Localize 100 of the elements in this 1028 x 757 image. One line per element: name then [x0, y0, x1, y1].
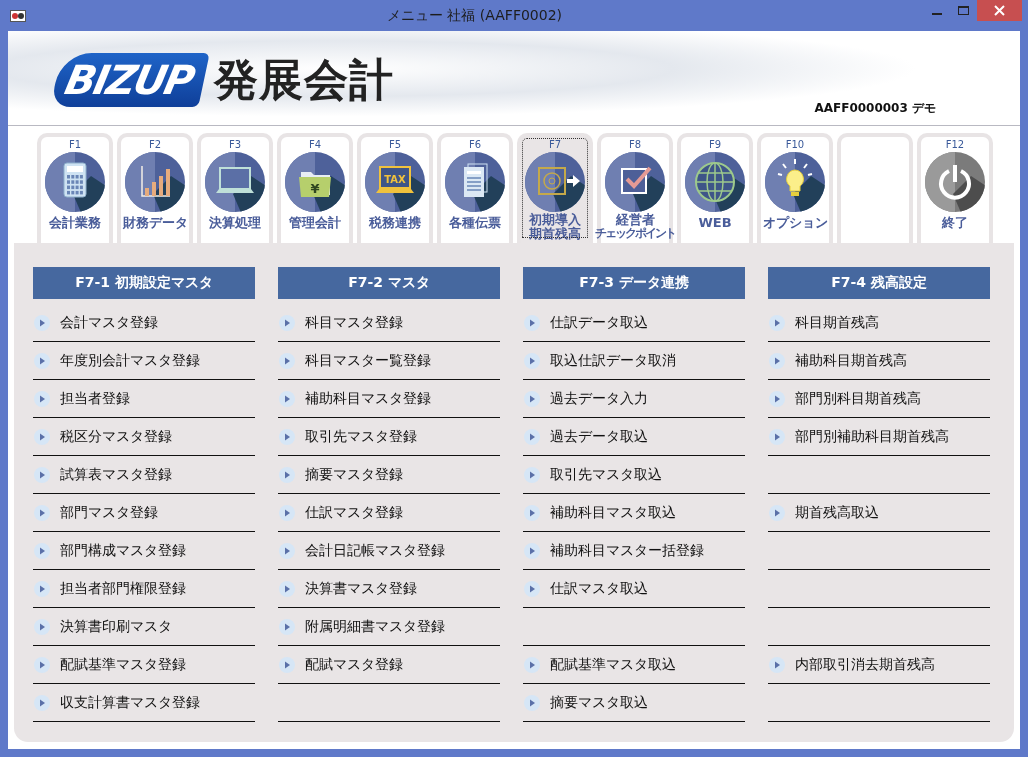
section-heading: F7-2 マスタ	[278, 267, 500, 299]
maximize-icon	[958, 5, 969, 16]
power-icon	[925, 152, 985, 212]
function-tab[interactable]: F9 WEB	[677, 133, 753, 243]
menu-item[interactable]: 附属明細書マスタ登録	[278, 617, 445, 636]
laptop-icon	[205, 152, 265, 212]
section-heading: F7-1 初期設定マスタ	[33, 267, 255, 299]
bullet-icon	[279, 504, 295, 521]
bar-chart-icon	[125, 152, 185, 212]
bullet-icon	[769, 656, 785, 673]
menu-item[interactable]: 科目期首残高	[768, 313, 879, 332]
checkbox-icon	[605, 152, 665, 212]
menu-item[interactable]: 担当者部門権限登録	[33, 579, 186, 598]
bullet-icon	[34, 466, 50, 483]
menu-item[interactable]: 担当者登録	[33, 389, 130, 408]
bullet-icon	[34, 314, 50, 331]
menu-item[interactable]: 部門別科目期首残高	[768, 389, 921, 408]
bullet-icon	[769, 390, 785, 407]
menu-item[interactable]: 科目マスター覧登録	[278, 351, 431, 370]
bullet-icon	[524, 504, 540, 521]
calculator-icon	[45, 152, 105, 212]
menu-item[interactable]: 配賦基準マスタ登録	[33, 655, 186, 674]
menu-item[interactable]: 会計日記帳マスタ登録	[278, 541, 445, 560]
bullet-icon	[34, 656, 50, 673]
function-tab[interactable]: F4 ¥ 管理会計	[277, 133, 353, 243]
bullet-icon	[34, 542, 50, 559]
section-heading: F7-3 データ連携	[523, 267, 745, 299]
function-tab[interactable]: F5 TAX 税務連携	[357, 133, 433, 243]
menu-item[interactable]: 税区分マスタ登録	[33, 427, 172, 446]
function-tab[interactable]: F8 経営者 チェックポイント	[597, 133, 673, 243]
close-icon	[994, 5, 1005, 16]
menu-item[interactable]: 試算表マスタ登録	[33, 465, 172, 484]
menu-item[interactable]: 決算書印刷マスタ	[33, 617, 172, 636]
bullet-icon	[524, 580, 540, 597]
function-tab[interactable]: F6 各種伝票	[437, 133, 513, 243]
bullet-icon	[524, 352, 540, 369]
menu-item[interactable]: 科目マスタ登録	[278, 313, 403, 332]
bullet-icon	[524, 656, 540, 673]
menu-item[interactable]: 補助科目マスタ登録	[278, 389, 431, 408]
bullet-icon	[524, 466, 540, 483]
bullet-icon	[279, 656, 295, 673]
menu-item[interactable]: 配賦基準マスタ取込	[523, 655, 676, 674]
menu-item[interactable]: 取込仕訳データ取消	[523, 351, 676, 370]
app-icon	[10, 9, 26, 22]
menu-item[interactable]: 部門マスタ登録	[33, 503, 158, 522]
menu-item[interactable]: 取引先マスタ取込	[523, 465, 662, 484]
menu-item[interactable]: 過去データ取込	[523, 427, 648, 446]
menu-item[interactable]: 期首残高取込	[768, 503, 879, 522]
globe-icon	[685, 152, 745, 212]
bullet-icon	[769, 428, 785, 445]
bullet-icon	[34, 390, 50, 407]
bullet-icon	[524, 314, 540, 331]
bullet-icon	[524, 428, 540, 445]
menu-item[interactable]: 仕訳マスタ登録	[278, 503, 403, 522]
menu-item[interactable]: 内部取引消去期首残高	[768, 655, 935, 674]
menu-item[interactable]: 取引先マスタ登録	[278, 427, 417, 446]
folder-icon: ¥	[285, 152, 345, 212]
menu-item[interactable]: 仕訳マスタ取込	[523, 579, 648, 598]
menu-item[interactable]: 補助科目マスター括登録	[523, 541, 704, 560]
laptop-icon: TAX	[365, 152, 425, 212]
bullet-icon	[524, 390, 540, 407]
menu-item[interactable]: 摘要マスタ取込	[523, 693, 648, 712]
menu-item[interactable]: 仕訳データ取込	[523, 313, 648, 332]
bullet-icon	[279, 466, 295, 483]
document-icon	[445, 152, 505, 212]
menu-item[interactable]: 年度別会計マスタ登録	[33, 351, 200, 370]
product-name: 発展会計	[214, 52, 395, 107]
menu-item[interactable]: 過去データ入力	[523, 389, 648, 408]
bullet-icon	[769, 314, 785, 331]
bullet-icon	[769, 504, 785, 521]
function-tab[interactable]: F2 財務データ	[117, 133, 193, 243]
menu-item[interactable]: 会計マスタ登録	[33, 313, 158, 332]
function-tab[interactable]: F3 決算処理	[197, 133, 273, 243]
bullet-icon	[279, 580, 295, 597]
bullet-icon	[524, 694, 540, 711]
bullet-icon	[34, 618, 50, 635]
bullet-icon	[34, 694, 50, 711]
function-tab[interactable]: F10 オプション	[757, 133, 833, 243]
menu-item[interactable]: 部門構成マスタ登録	[33, 541, 186, 560]
menu-item[interactable]: 補助科目マスタ取込	[523, 503, 676, 522]
function-tab[interactable]: F12 終了	[917, 133, 993, 243]
bullet-icon	[279, 542, 295, 559]
menu-item[interactable]: 収支計算書マスタ登録	[33, 693, 200, 712]
menu-item[interactable]: 部門別補助科目期首残高	[768, 427, 949, 446]
menu-item[interactable]: 決算書マスタ登録	[278, 579, 417, 598]
close-button[interactable]	[977, 0, 1022, 21]
company-name: AAFF0000003 デモ	[814, 100, 936, 117]
minimize-icon	[931, 13, 942, 15]
menu-item[interactable]: 配賦マスタ登録	[278, 655, 403, 674]
window-title: メニュー 社福 (AAFF0002)	[385, 6, 564, 25]
bullet-icon	[34, 580, 50, 597]
bullet-icon	[34, 428, 50, 445]
function-tab[interactable]: F1 会計業務	[37, 133, 113, 243]
bullet-icon	[279, 390, 295, 407]
bullet-icon	[769, 352, 785, 369]
menu-item[interactable]: 摘要マスタ登録	[278, 465, 403, 484]
menu-item[interactable]: 補助科目期首残高	[768, 351, 907, 370]
bullet-icon	[524, 542, 540, 559]
bullet-icon	[279, 618, 295, 635]
light-bulb-icon	[765, 152, 825, 212]
